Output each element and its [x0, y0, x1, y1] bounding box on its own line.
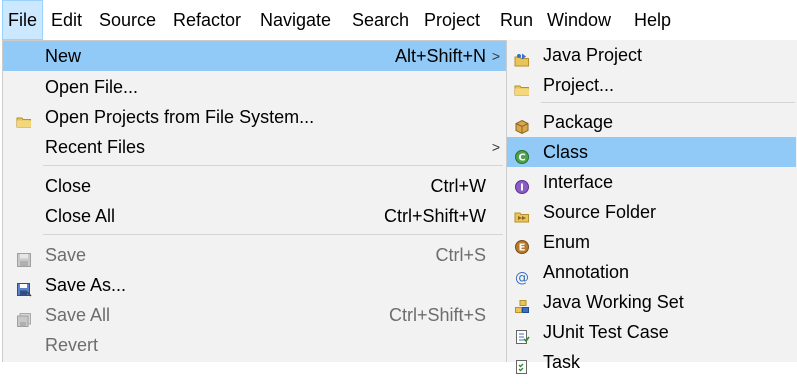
menu-item-shortcut: Ctrl+W [430, 176, 487, 196]
menu-item-shortcut: Ctrl+Shift+W [383, 206, 486, 226]
menu-item-label: Close All [45, 206, 116, 226]
menu-separator [43, 234, 503, 235]
menu-edit[interactable]: Edit [45, 0, 88, 40]
java-project-icon [514, 47, 530, 67]
menu-refactor[interactable]: Refactor [167, 0, 247, 40]
submenu-item-source-folder[interactable]: Source Folder [507, 197, 796, 227]
menu-item-shortcut: Ctrl+S [435, 245, 486, 265]
enum-icon: E [514, 234, 530, 254]
submenu-item-interface[interactable]: I Interface [507, 167, 796, 197]
svg-text:E: E [519, 243, 526, 254]
menu-file[interactable]: File [2, 0, 44, 40]
menu-item-new[interactable]: New Alt+Shift+N > [3, 41, 506, 71]
submenu-item-junit-test-case[interactable]: JUnit Test Case [507, 317, 796, 347]
menu-item-label: Close [45, 176, 92, 196]
annotation-icon: @ [514, 264, 530, 286]
chevron-right-icon: > [491, 48, 500, 64]
menu-item-label: Java Working Set [543, 292, 684, 312]
menu-item-shortcut: Alt+Shift+N [394, 46, 486, 66]
submenu-item-task[interactable]: Task [507, 347, 796, 377]
menu-item-open-file[interactable]: Open File... [3, 72, 506, 102]
svg-text:C: C [518, 153, 525, 164]
menu-separator [541, 102, 795, 103]
menu-item-label: JUnit Test Case [543, 322, 669, 342]
menu-item-label: Class [543, 142, 589, 162]
chevron-right-icon: > [491, 139, 500, 155]
menu-search[interactable]: Search [346, 0, 415, 40]
menu-run[interactable]: Run [494, 0, 539, 40]
save-all-icon [16, 307, 32, 327]
save-as-icon [16, 277, 32, 297]
menu-item-label: Annotation [543, 262, 630, 282]
menu-item-close[interactable]: Close Ctrl+W [3, 171, 506, 201]
svg-text:@: @ [515, 270, 529, 285]
menu-item-label: Interface [543, 172, 614, 192]
menu-item-label: Save As... [45, 275, 127, 295]
menu-item-label: Recent Files [45, 137, 146, 157]
menu-item-label: Open File... [45, 77, 139, 97]
new-submenu: Java Project Project... Package C Class … [506, 40, 797, 374]
menu-item-label: Save [45, 245, 87, 265]
source-folder-icon [514, 204, 530, 223]
menu-item-save-all[interactable]: Save All Ctrl+Shift+S [3, 300, 506, 330]
menu-item-revert[interactable]: Revert [3, 330, 506, 360]
menu-item-label: Project... [543, 75, 615, 95]
submenu-item-java-project[interactable]: Java Project [507, 40, 796, 70]
menu-bar: File Edit Source Refactor Navigate Searc… [0, 0, 797, 40]
menu-item-label: Java Project [543, 45, 643, 65]
class-icon: C [514, 144, 530, 164]
menu-window[interactable]: Window [541, 0, 617, 40]
menu-item-label: Source Folder [543, 202, 657, 222]
menu-navigate[interactable]: Navigate [254, 0, 337, 40]
menu-source[interactable]: Source [93, 0, 162, 40]
menu-item-label: Open Projects from File System... [45, 107, 315, 127]
menu-item-label: Enum [543, 232, 591, 252]
project-icon [514, 77, 530, 96]
working-set-icon [514, 294, 530, 313]
menu-item-label: Task [543, 352, 581, 372]
file-menu-dropdown: New Alt+Shift+N > Open File... Open Proj… [2, 40, 507, 362]
submenu-item-package[interactable]: Package [507, 107, 796, 137]
menu-help[interactable]: Help [628, 0, 677, 40]
menu-project[interactable]: Project [418, 0, 486, 40]
menu-item-label: Revert [45, 335, 99, 355]
task-icon [514, 354, 530, 374]
package-icon [514, 114, 530, 135]
menu-item-label: New [45, 46, 82, 66]
folder-icon [16, 109, 32, 128]
menu-item-close-all[interactable]: Close All Ctrl+Shift+W [3, 201, 506, 231]
interface-icon: I [514, 174, 530, 194]
junit-icon [514, 324, 530, 344]
submenu-item-project[interactable]: Project... [507, 70, 796, 100]
menu-item-open-projects[interactable]: Open Projects from File System... [3, 102, 506, 132]
menu-item-save[interactable]: Save Ctrl+S [3, 240, 506, 270]
menu-item-label: Package [543, 112, 614, 132]
submenu-item-enum[interactable]: E Enum [507, 227, 796, 257]
svg-text:I: I [520, 183, 524, 194]
submenu-item-java-working-set[interactable]: Java Working Set [507, 287, 796, 317]
menu-separator [43, 165, 503, 166]
menu-item-label: Save All [45, 305, 111, 325]
save-icon [16, 247, 32, 267]
submenu-item-class[interactable]: C Class [507, 137, 796, 167]
menu-item-save-as[interactable]: Save As... [3, 270, 506, 300]
submenu-item-annotation[interactable]: @ Annotation [507, 257, 796, 287]
menu-item-shortcut: Ctrl+Shift+S [388, 305, 486, 325]
menu-item-recent-files[interactable]: Recent Files > [3, 132, 506, 162]
